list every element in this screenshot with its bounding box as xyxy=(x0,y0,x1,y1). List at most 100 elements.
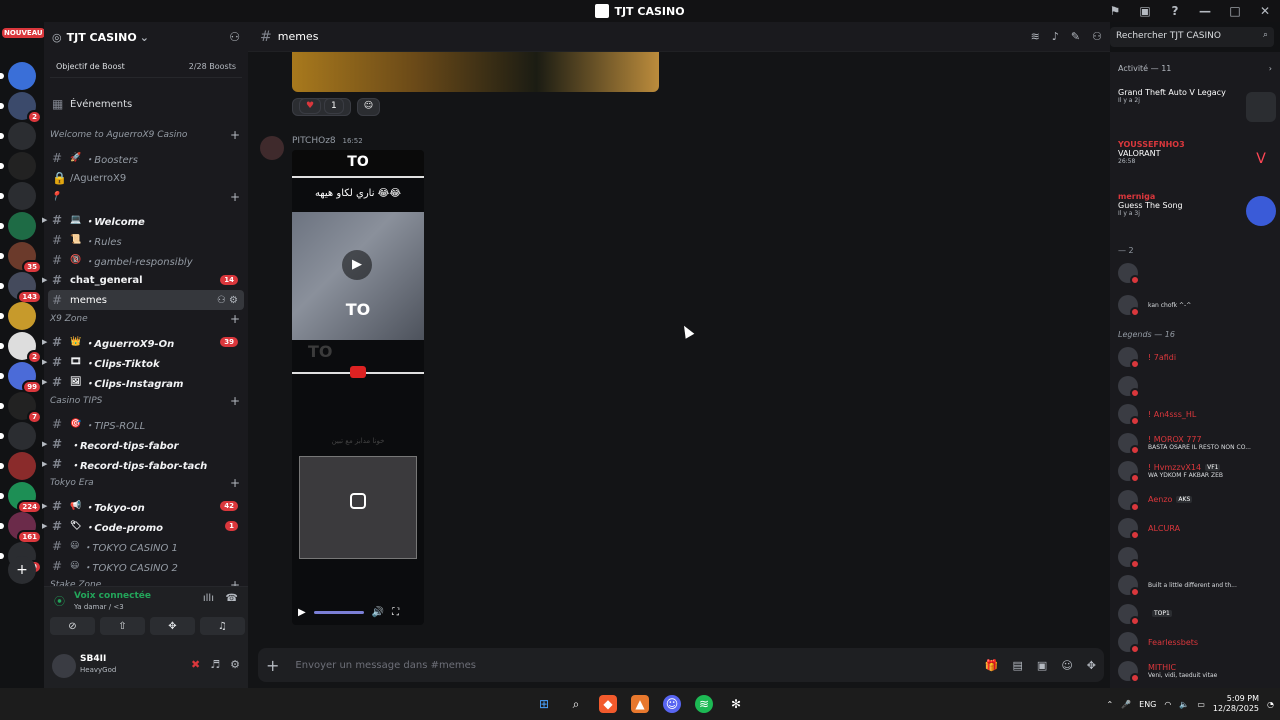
pin-icon[interactable]: ✎ xyxy=(1071,30,1080,43)
server-icon[interactable]: 99 xyxy=(0,362,42,394)
member-row[interactable]: TOP1 xyxy=(1118,601,1276,627)
member-row[interactable]: Fearlessbets xyxy=(1118,629,1276,655)
add-channel-icon[interactable]: + xyxy=(230,394,240,408)
brave-icon[interactable]: ◆ xyxy=(599,695,617,713)
invite-icon[interactable]: ⚇ xyxy=(229,30,240,44)
camera-button[interactable]: ⊘ xyxy=(50,617,95,635)
server-icon[interactable]: 2 xyxy=(0,332,42,364)
server-icon[interactable] xyxy=(0,62,36,90)
member-row[interactable] xyxy=(1118,373,1276,399)
settings-gear-icon[interactable]: ⚙ xyxy=(230,658,240,671)
add-reaction-button[interactable]: ☺ xyxy=(356,98,381,116)
gift-icon[interactable]: 🎁 xyxy=(985,659,999,672)
add-server-button[interactable]: + xyxy=(8,556,36,584)
server-icon[interactable] xyxy=(0,122,36,150)
channel-item[interactable]: # 📜 ・Rules xyxy=(48,230,244,250)
wifi-icon[interactable]: ◠ xyxy=(1164,700,1171,709)
fullscreen-icon[interactable]: ⛶ xyxy=(392,607,399,618)
author-avatar[interactable] xyxy=(260,136,284,160)
activities-button[interactable]: ✥ xyxy=(150,617,195,635)
screenshare-button[interactable]: ⇧ xyxy=(100,617,145,635)
channel-item[interactable]: 🔒/AguerroX9 xyxy=(48,168,244,188)
channel-item[interactable]: # 🔞 ・gambel-responsibly xyxy=(48,250,244,270)
add-channel-icon[interactable]: + xyxy=(230,312,240,326)
avatar[interactable] xyxy=(52,654,76,678)
chatgpt-icon[interactable]: ✻ xyxy=(727,695,745,713)
channel-item[interactable]: # 😃 ・TOKYO CASINO 1 xyxy=(48,536,244,556)
server-icon[interactable]: 143 xyxy=(0,272,42,304)
server-icon[interactable]: 224 xyxy=(0,482,42,514)
member-row[interactable] xyxy=(1118,544,1276,570)
waveform-icon[interactable]: ıllı xyxy=(203,593,214,604)
add-channel-icon[interactable]: + xyxy=(230,190,240,204)
channel-item[interactable]: ▶ # ・Record-tips-fabor xyxy=(42,434,244,454)
attach-icon[interactable]: + xyxy=(266,656,279,675)
add-channel-icon[interactable]: + xyxy=(230,476,240,490)
search-taskbar-icon[interactable]: ⌕ xyxy=(567,695,585,713)
channel-item[interactable]: ▶ # 🏷 ・Code-promo 1 xyxy=(42,516,244,536)
clock[interactable]: 5:09 PM 12/28/2025 xyxy=(1213,694,1259,714)
maximize-button[interactable]: □ xyxy=(1220,4,1250,18)
channel-item[interactable]: # 😃 ・TOKYO CASINO 2 xyxy=(48,556,244,576)
member-row[interactable]: ! 7afidi xyxy=(1118,344,1276,370)
member-row[interactable]: MITHIC Veni, vidi, taeduit vitae xyxy=(1118,658,1276,684)
notification-icon[interactable]: ◔ xyxy=(1267,700,1274,709)
headphones-icon[interactable]: ♬ xyxy=(210,658,220,671)
heart-reaction[interactable]: ♥ 1 xyxy=(292,98,351,116)
channel-item[interactable]: ▶ # ・Record-tips-fabor-tach xyxy=(42,454,244,474)
spotify-icon[interactable]: ≋ xyxy=(695,695,713,713)
activity-card[interactable]: merniga Guess The Song Il y a 3j xyxy=(1118,192,1276,232)
server-icon[interactable] xyxy=(0,152,36,180)
channel-item[interactable]: ▶ # 🎞 ・Clips-Tiktok xyxy=(42,352,244,372)
channel-item[interactable]: ▶ # 📢 ・Tokyo-on 42 xyxy=(42,496,244,516)
windows-start-icon[interactable]: ⊞ xyxy=(535,695,553,713)
channel-item[interactable]: # 🎯 ・TIPS-ROLL xyxy=(48,414,244,434)
help-icon[interactable]: ? xyxy=(1160,4,1190,18)
app-icon-orange[interactable]: ▲ xyxy=(631,695,649,713)
channel-category[interactable]: Welcome to AguerroX9 Casino + xyxy=(50,128,240,142)
emoji-icon[interactable]: ☺ xyxy=(1061,659,1072,672)
channel-item[interactable]: ▶ # 👑 ・AguerroX9-On 39 xyxy=(42,332,244,352)
threads-icon[interactable]: ≋ xyxy=(1031,30,1040,43)
screen-icon[interactable]: ▣ xyxy=(1130,4,1160,18)
play-icon[interactable]: ▶ xyxy=(342,250,372,280)
mic-icon[interactable]: 🎤 xyxy=(1121,700,1131,709)
bell-icon[interactable]: ♪ xyxy=(1052,30,1059,43)
battery-icon[interactable]: ▭ xyxy=(1197,700,1205,709)
member-row[interactable]: ! HvmzzvX14 VF1 WA YDKOM F AKBAR ZEB xyxy=(1118,458,1276,484)
minimize-button[interactable]: — xyxy=(1190,4,1220,18)
channel-category[interactable]: Casino TIPS + xyxy=(50,394,240,408)
member-row[interactable]: ! An4sss_HL xyxy=(1118,401,1276,427)
member-row[interactable] xyxy=(1118,260,1276,286)
member-row[interactable]: ! MOROX 777 BASTA OSARE IL RESTO NON CO..… xyxy=(1118,430,1276,456)
discord-icon[interactable]: ☺ xyxy=(663,695,681,713)
member-row[interactable]: kan chofk ^-^ xyxy=(1118,292,1276,318)
events-item[interactable]: ▦ Événements xyxy=(48,94,244,114)
play-button[interactable]: ▶ xyxy=(298,607,306,618)
channel-settings-icon[interactable]: ⚇ ⚙ xyxy=(217,295,238,306)
author-name[interactable]: PITCHOz8 xyxy=(292,136,336,146)
tray-chevron-icon[interactable]: ⌃ xyxy=(1106,700,1113,709)
sticker-icon[interactable]: ▣ xyxy=(1037,659,1047,672)
gif-icon[interactable]: ▤ xyxy=(1013,659,1023,672)
inbox-icon[interactable]: ⚑ xyxy=(1100,4,1130,18)
mute-icon[interactable]: ✖ xyxy=(191,658,200,671)
activity-card[interactable]: YOUSSEFNHO3 VALORANT 26:58 V xyxy=(1118,140,1276,180)
channel-item[interactable]: # 🚀 ・Boosters xyxy=(48,148,244,168)
channel-item[interactable]: ▶ # 💻 ・Welcome xyxy=(42,210,244,230)
speaker-icon[interactable]: 🔈 xyxy=(1179,700,1189,709)
volume-slider[interactable] xyxy=(313,610,364,614)
server-icon[interactable]: 35 xyxy=(0,242,42,274)
server-header[interactable]: ◎ TJT CASINO ⌄ ⚇ xyxy=(44,22,248,52)
channel-category[interactable]: Tokyo Era + xyxy=(50,476,240,490)
disconnect-icon[interactable]: ☎ xyxy=(226,593,238,604)
activity-header[interactable]: Activité — 11 › xyxy=(1118,64,1272,73)
server-icon[interactable] xyxy=(0,212,36,240)
member-row[interactable]: Aenzo AKS xyxy=(1118,487,1276,513)
activity-card[interactable]: Grand Theft Auto V Legacy Il y a 2j xyxy=(1118,88,1276,128)
server-icon[interactable]: 161 xyxy=(0,512,42,544)
search-input[interactable]: Rechercher TJT CASINO ⌕ xyxy=(1110,27,1274,47)
channel-category[interactable]: X9 Zone + xyxy=(50,312,240,326)
server-icon[interactable] xyxy=(0,302,36,330)
channel-item[interactable]: ▶ # 🖼 ・Clips-Instagram xyxy=(42,372,244,392)
